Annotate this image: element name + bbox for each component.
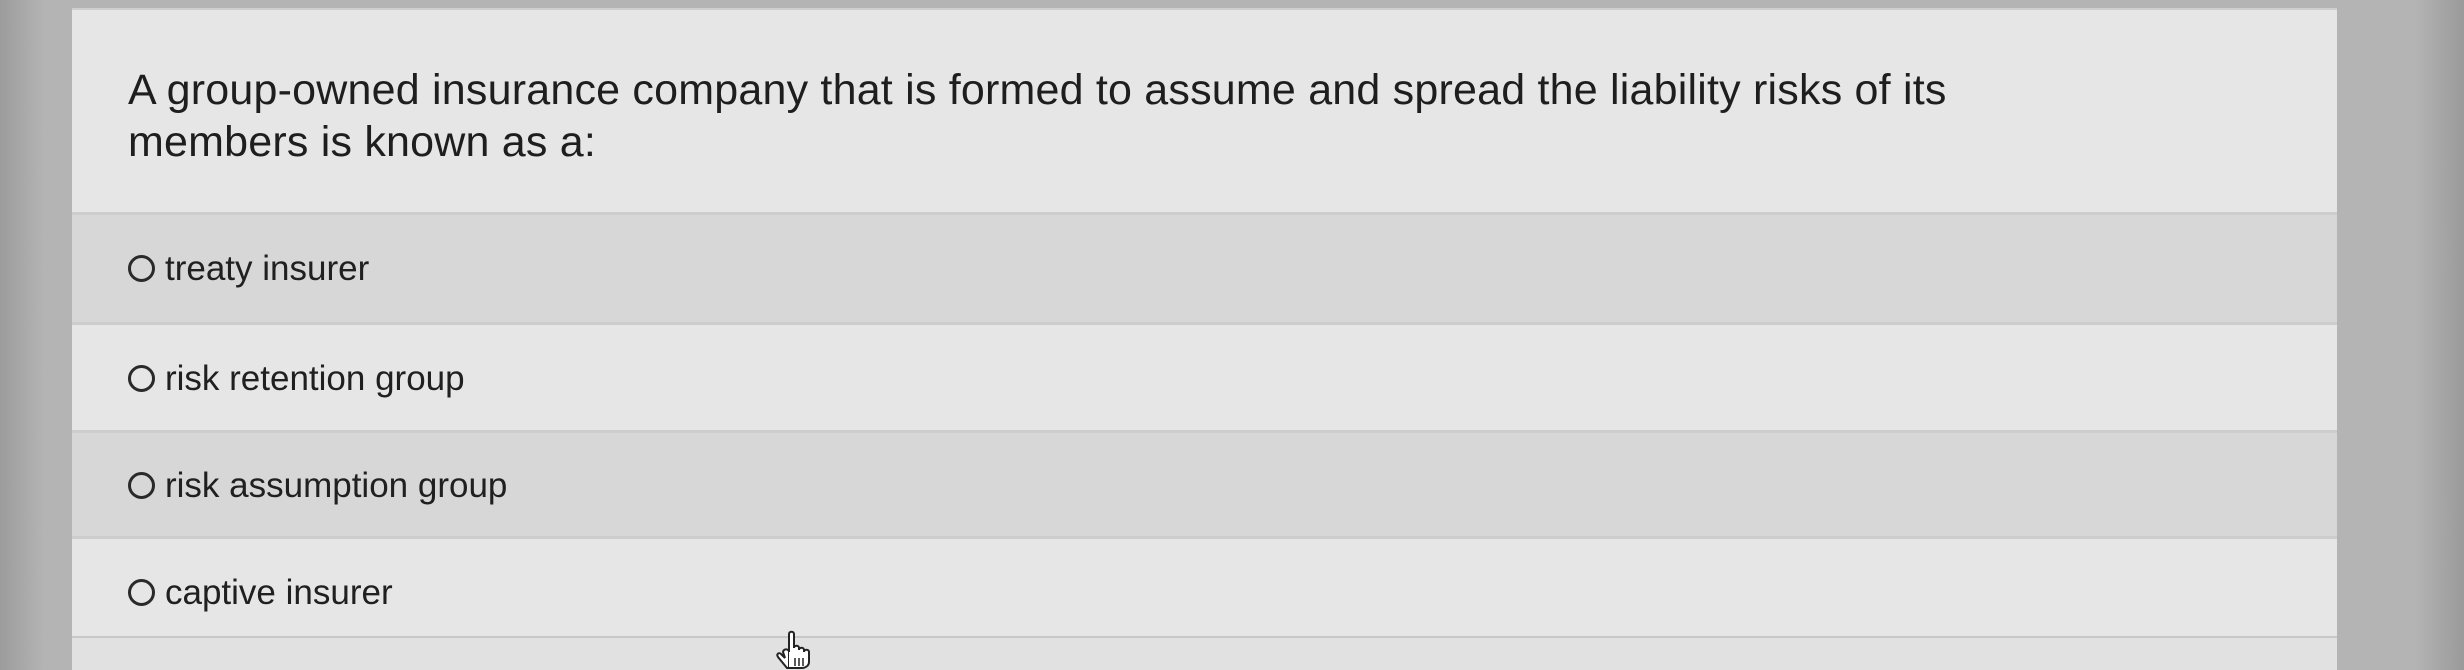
question-panel: A group-owned insurance company that is … [72, 8, 2337, 670]
hand-pointer-icon [776, 630, 810, 669]
option-label: treaty insurer [165, 248, 370, 288]
question-text: A group-owned insurance company that is … [72, 10, 2337, 222]
option-treaty-insurer[interactable]: treaty insurer [72, 212, 2337, 322]
option-risk-retention-group[interactable]: risk retention group [72, 322, 2337, 432]
option-label: risk assumption group [165, 465, 508, 505]
option-label: risk retention group [165, 358, 465, 398]
question-line-1: A group-owned insurance company that is … [128, 66, 1947, 114]
option-risk-assumption-group[interactable]: risk assumption group [72, 430, 2337, 538]
radio-button[interactable] [128, 472, 155, 499]
question-line-2: members is known as a: [128, 118, 597, 166]
panel-bottom-edge [72, 636, 2337, 670]
radio-button[interactable] [128, 255, 155, 282]
option-captive-insurer[interactable]: captive insurer [72, 536, 2337, 646]
radio-button[interactable] [128, 579, 155, 606]
option-label: captive insurer [165, 572, 393, 612]
radio-button[interactable] [128, 365, 155, 392]
